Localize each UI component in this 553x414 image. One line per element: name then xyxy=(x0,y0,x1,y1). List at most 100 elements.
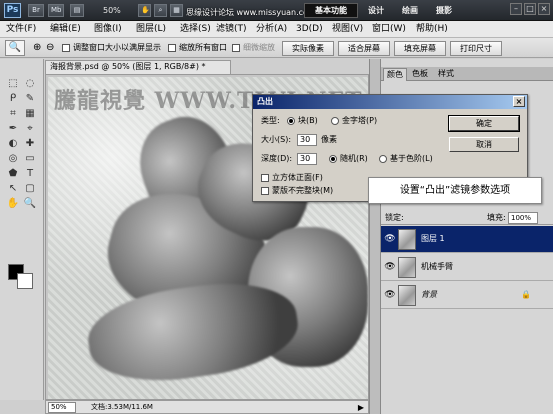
menu-3d[interactable]: 3D(D) xyxy=(296,23,323,35)
solid-front-faces-checkbox[interactable] xyxy=(261,174,269,182)
size-input[interactable]: 30 xyxy=(297,134,317,146)
cancel-button[interactable]: 取消 xyxy=(449,137,519,152)
depth-random-radio[interactable] xyxy=(329,155,337,163)
layer-thumbnail xyxy=(398,285,416,306)
eye-icon[interactable]: 👁 xyxy=(384,233,396,245)
tool-button[interactable]: ✋ xyxy=(5,197,21,211)
tools-panel: ⬚ ◌ ᑭ ✎ ⌗ ▦ ✒ ⌖ ◐ ✚ ◎ ▭ ⬟ T ↖ ▢ ✋ 🔍 xyxy=(0,59,44,400)
mask-incomplete-checkbox[interactable] xyxy=(261,187,269,195)
tool-button[interactable]: ⌗ xyxy=(5,107,21,121)
tab-swatches[interactable]: 色板 xyxy=(409,68,431,81)
depth-input[interactable]: 30 xyxy=(297,153,317,165)
view-extras-icon[interactable]: ▤ xyxy=(70,4,84,17)
zoom-all-windows-checkbox[interactable] xyxy=(168,44,176,52)
tool-button[interactable]: ⌖ xyxy=(22,122,38,136)
zoom-out-icon[interactable]: ⊖ xyxy=(46,42,54,54)
status-menu-arrow-icon[interactable]: ▶ xyxy=(358,402,364,413)
tool-button[interactable]: ▦ xyxy=(22,107,38,121)
tool-button[interactable]: ⬟ xyxy=(5,167,21,181)
tool-button[interactable]: ◐ xyxy=(5,137,21,151)
resize-windows-checkbox[interactable] xyxy=(62,44,70,52)
workspace-essentials-button[interactable]: 基本功能 xyxy=(304,3,358,18)
size-unit: 像素 xyxy=(321,135,337,144)
resize-windows-label: 调整窗口大小以满屏显示 xyxy=(73,43,161,52)
dialog-title-text: 凸出 xyxy=(257,97,273,106)
fill-input[interactable]: 100% xyxy=(508,212,538,224)
lock-icon: 🔒 xyxy=(521,290,531,299)
workspace-photography[interactable]: 摄影 xyxy=(436,4,452,17)
workspace-design[interactable]: 设计 xyxy=(368,4,384,17)
scrubby-zoom-label: 细微缩放 xyxy=(243,43,275,52)
tool-button[interactable]: ▭ xyxy=(22,152,38,166)
ok-button[interactable]: 确定 xyxy=(448,115,520,132)
tool-button[interactable]: ✚ xyxy=(22,137,38,151)
maximize-button[interactable]: □ xyxy=(524,3,536,15)
status-zoom-field[interactable]: 50% xyxy=(48,402,76,413)
tool-button[interactable]: ◎ xyxy=(5,152,21,166)
depth-level-radio[interactable] xyxy=(379,155,387,163)
mini-bridge-button[interactable]: Mb xyxy=(48,4,64,17)
actual-pixels-button[interactable]: 实际像素 xyxy=(282,41,334,56)
minimize-button[interactable]: – xyxy=(510,3,522,15)
print-size-button[interactable]: 打印尺寸 xyxy=(450,41,502,56)
status-bar: 50% 文档:3.53M/11.6M ▶ xyxy=(45,400,369,414)
eye-icon[interactable]: 👁 xyxy=(384,261,396,273)
scrubby-zoom-checkbox[interactable] xyxy=(232,44,240,52)
layer-row[interactable]: 👁 图层 1 xyxy=(381,226,553,253)
tool-button[interactable]: T xyxy=(22,167,38,181)
zoom-icon[interactable]: ⌕ xyxy=(154,4,167,17)
menu-image[interactable]: 图像(I) xyxy=(94,23,122,35)
layer-thumbnail xyxy=(398,257,416,278)
layer-name: 背景 xyxy=(421,290,437,299)
layer-row[interactable]: 👁 背景 🔒 xyxy=(381,282,553,309)
menu-edit[interactable]: 编辑(E) xyxy=(50,23,81,35)
size-label: 大小(S): xyxy=(261,135,292,144)
tool-button[interactable]: ✒ xyxy=(5,122,21,136)
document-tab[interactable]: 海报背景.psd @ 50% (图层 1, RGB/8#) * xyxy=(45,60,231,74)
tool-button[interactable]: 🔍 xyxy=(22,197,38,211)
eye-icon[interactable]: 👁 xyxy=(384,289,396,301)
zoom-in-icon[interactable]: ⊕ xyxy=(33,42,41,54)
document-size-info[interactable]: 文档:3.53M/11.6M xyxy=(91,402,153,413)
background-color[interactable] xyxy=(17,273,33,289)
type-block-label: 块(B) xyxy=(298,116,318,125)
menu-bar: 文件(F) 编辑(E) 图像(I) 图层(L) 选择(S) 滤镜(T) 分析(A… xyxy=(0,21,553,38)
type-label: 类型: xyxy=(261,116,280,125)
tool-button[interactable]: ◌ xyxy=(22,77,38,91)
menu-view[interactable]: 视图(V) xyxy=(332,23,363,35)
layer-name: 机械手臂 xyxy=(421,262,453,271)
menu-filter[interactable]: 滤镜(T) xyxy=(216,23,247,35)
layer-row[interactable]: 👁 机械手臂 xyxy=(381,254,553,281)
menu-select[interactable]: 选择(S) xyxy=(180,23,211,35)
type-pyramid-radio[interactable] xyxy=(331,117,339,125)
type-block-radio[interactable] xyxy=(287,117,295,125)
photoshop-logo: Ps xyxy=(4,3,21,18)
fill-screen-button[interactable]: 填充屏幕 xyxy=(394,41,446,56)
tool-button[interactable]: ▢ xyxy=(22,182,38,196)
tab-styles[interactable]: 样式 xyxy=(435,68,457,81)
workspace-painting[interactable]: 绘画 xyxy=(402,4,418,17)
depth-level-label: 基于色阶(L) xyxy=(390,154,433,163)
menu-analysis[interactable]: 分析(A) xyxy=(256,23,287,35)
menu-window[interactable]: 窗口(W) xyxy=(372,23,406,35)
tool-button[interactable]: ✎ xyxy=(22,92,38,106)
bridge-button[interactable]: Br xyxy=(28,4,44,17)
tool-button[interactable]: ⬚ xyxy=(5,77,21,91)
dialog-close-button[interactable]: × xyxy=(513,96,525,107)
clouds-shape xyxy=(82,272,304,392)
hand-icon[interactable]: ✋ xyxy=(138,4,151,17)
close-button[interactable]: × xyxy=(538,3,550,15)
tool-button[interactable]: ᑭ xyxy=(5,92,21,106)
tool-button[interactable]: ↖ xyxy=(5,182,21,196)
fit-screen-button[interactable]: 适合屏幕 xyxy=(338,41,390,56)
menu-layer[interactable]: 图层(L) xyxy=(136,23,166,35)
menu-file[interactable]: 文件(F) xyxy=(6,23,36,35)
tab-color[interactable]: 颜色 xyxy=(383,68,407,81)
type-pyramid-label: 金字塔(P) xyxy=(342,116,378,125)
zoom-level[interactable]: 50% xyxy=(103,4,121,17)
layers-lock-bar: 锁定: 填充: 100% xyxy=(381,211,553,225)
tool-preset-picker[interactable]: 🔍 xyxy=(5,40,25,56)
menu-help[interactable]: 帮助(H) xyxy=(416,23,448,35)
arrange-documents-icon[interactable]: ▦ xyxy=(170,4,183,17)
fill-label: 填充: xyxy=(487,213,506,222)
